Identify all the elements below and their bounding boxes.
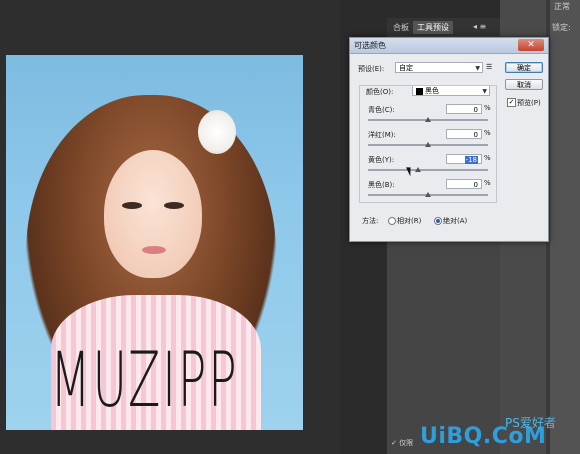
preset-value: 自定 [399, 64, 413, 72]
cyan-percent: % [484, 104, 491, 112]
magenta-label: 洋红(M): [368, 131, 396, 139]
lock-label: 锁定: [552, 23, 571, 32]
panel-tabbar: 合板 工具预设 ◂ ≡ [387, 18, 500, 36]
method-relative-radio[interactable] [388, 217, 396, 225]
method-absolute-label[interactable]: 绝对(A) [443, 216, 467, 226]
black-slider[interactable] [368, 192, 488, 197]
watermark-text: MUZIPP [50, 335, 239, 424]
cyan-label: 青色(C): [368, 106, 395, 114]
cancel-button[interactable]: 取消 [505, 79, 543, 90]
magenta-input[interactable]: 0 [446, 129, 482, 139]
black-slider-thumb[interactable] [425, 192, 431, 197]
site-logo-cn: PS爱好者 [505, 416, 556, 430]
photo-flower [198, 110, 236, 154]
photo-lips [142, 246, 166, 254]
yellow-slider[interactable] [368, 167, 488, 172]
yellow-slider-thumb[interactable] [415, 167, 421, 172]
yellow-label: 黄色(Y): [368, 156, 395, 164]
black-input[interactable]: 0 [446, 179, 482, 189]
black-percent: % [484, 179, 491, 187]
cyan-input[interactable]: 0 [446, 104, 482, 114]
dialog-title: 可选颜色 [354, 41, 386, 50]
preset-options-icon[interactable]: ☰ [486, 63, 492, 71]
chevron-down-icon: ▼ [475, 65, 480, 72]
magenta-slider[interactable] [368, 142, 488, 147]
cyan-slider[interactable] [368, 117, 488, 122]
document-image[interactable]: MUZIPP [6, 55, 303, 430]
tab-layers[interactable]: 合板 [389, 21, 413, 34]
tab-tool-presets[interactable]: 工具预设 [413, 21, 453, 34]
photo-face [104, 150, 202, 278]
method-label: 方法: [362, 217, 379, 225]
preview-checkbox[interactable]: ✓ [507, 98, 516, 107]
photo-eye-right [164, 202, 184, 209]
yellow-percent: % [484, 154, 491, 162]
preview-label[interactable]: 预览(P) [517, 98, 541, 108]
method-relative-label[interactable]: 相对(R) [397, 216, 421, 226]
magenta-slider-thumb[interactable] [425, 142, 431, 147]
photo-eye-left [122, 202, 142, 209]
method-absolute-radio[interactable] [434, 217, 442, 225]
close-button[interactable]: ✕ [518, 39, 544, 51]
black-label: 黑色(B): [368, 181, 395, 189]
layers-side: 正常 锁定: [550, 0, 580, 454]
status-text: ✓ 仅限 [391, 439, 414, 447]
dialog-titlebar[interactable]: 可选颜色 ✕ [350, 38, 548, 54]
preset-label: 预设(E): [358, 65, 385, 73]
preset-select[interactable]: 自定 ▼ [395, 62, 483, 73]
magenta-percent: % [484, 129, 491, 137]
yellow-input[interactable]: -18 [446, 154, 482, 164]
cyan-slider-thumb[interactable] [425, 117, 431, 122]
panel-menu-icon[interactable]: ◂ ≡ [469, 21, 490, 32]
selective-color-dialog: 可选颜色 ✕ 预设(E): 自定 ▼ ☰ 颜色(O): 黑色 ▼ 青色(C): … [349, 37, 549, 242]
ok-button[interactable]: 确定 [505, 62, 543, 73]
document-canvas[interactable]: MUZIPP [0, 0, 340, 454]
blend-mode-label[interactable]: 正常 [554, 1, 570, 12]
